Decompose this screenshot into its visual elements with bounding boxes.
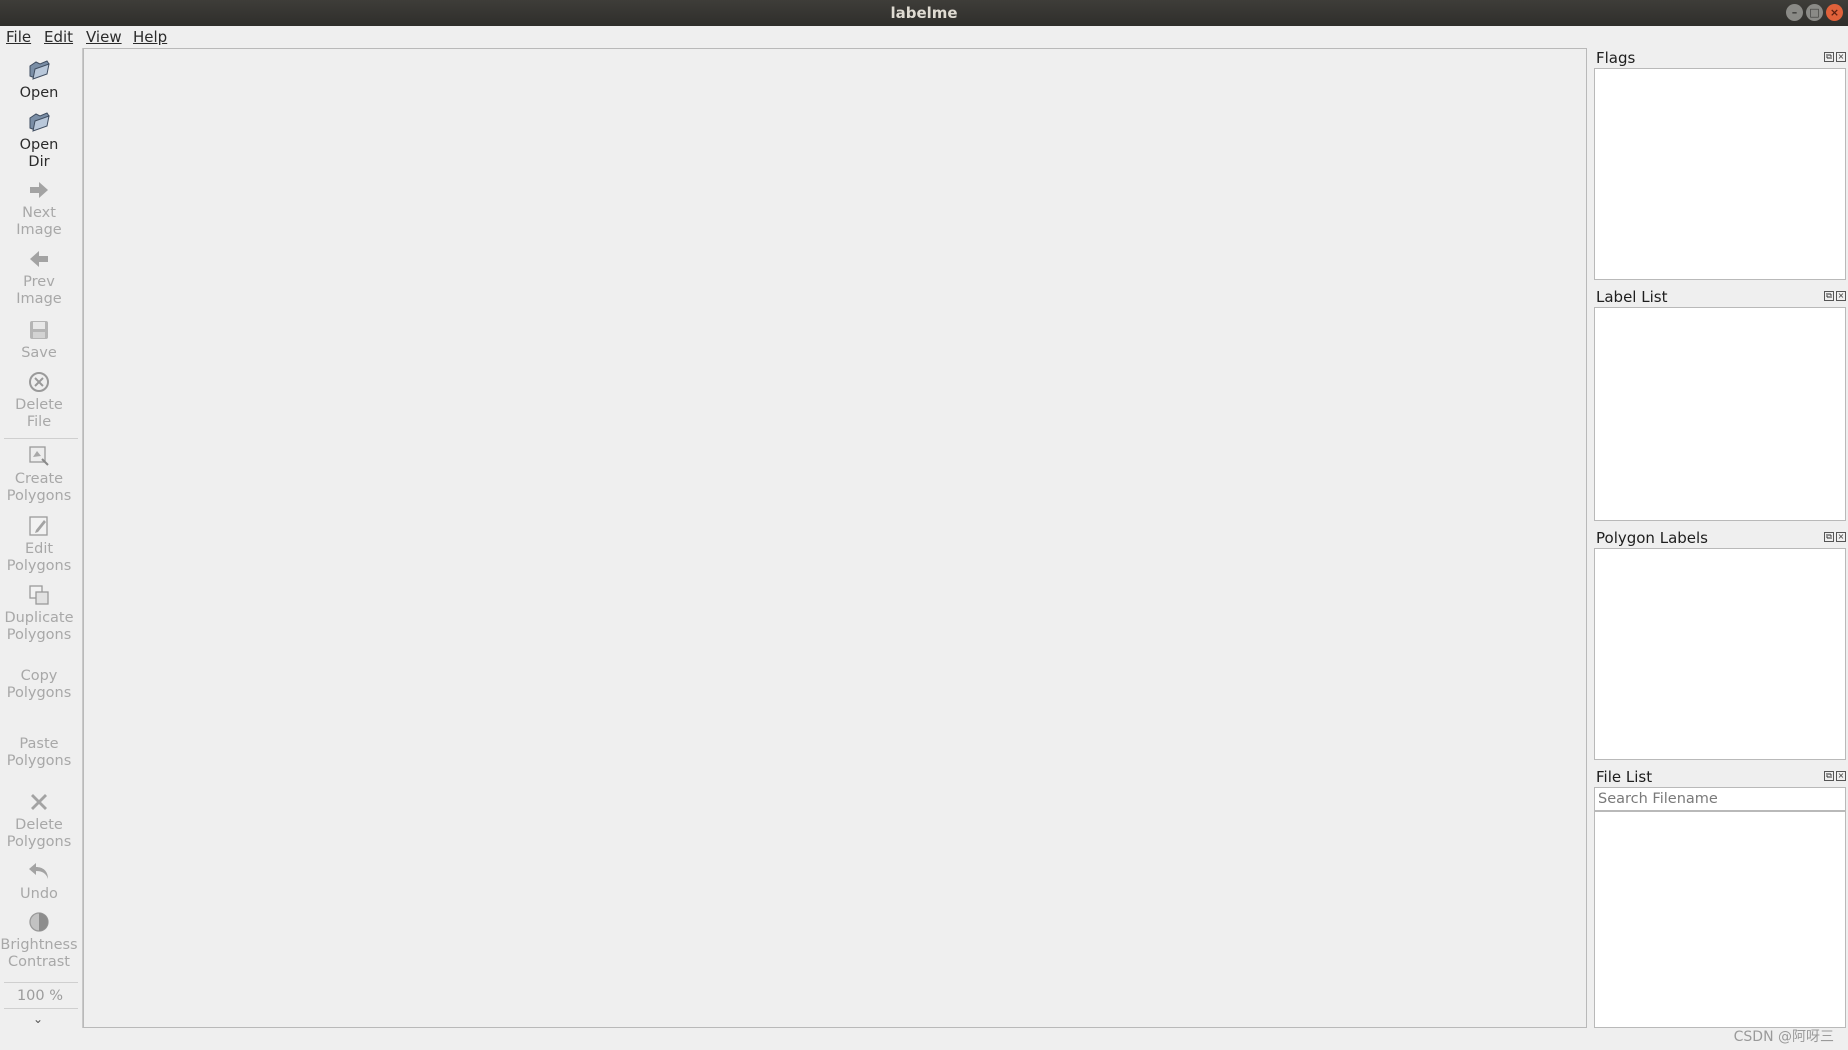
arrow-right-icon [30, 182, 48, 198]
toolbar-separator [4, 982, 78, 983]
folder-open-icon [29, 112, 50, 132]
float-dock-icon[interactable]: ⧉ [1824, 291, 1834, 301]
delete-file-label-line2: File [26, 414, 52, 430]
flags-title: Flags [1596, 49, 1636, 67]
copy-polygons-label-line1: Copy [20, 668, 58, 684]
duplicate-polygons-label-line1: Duplicate [4, 610, 74, 626]
dock-buttons: ⧉ × [1824, 291, 1846, 303]
file-list-dock: File List ⧉ × [1592, 767, 1848, 1028]
close-dock-icon[interactable]: × [1836, 532, 1846, 542]
float-dock-icon[interactable]: ⧉ [1824, 52, 1834, 62]
save-label: Save [21, 345, 57, 361]
delete-circle-icon [29, 372, 49, 392]
image-canvas[interactable] [83, 48, 1587, 1028]
delete-x-icon [31, 794, 47, 810]
float-dock-icon[interactable]: ⧉ [1824, 532, 1834, 542]
open-dir-label-line1: Open [19, 137, 59, 153]
maximize-button[interactable]: □ [1806, 4, 1823, 21]
close-icon: × [1829, 6, 1840, 19]
open-label: Open [19, 85, 59, 101]
brightness-contrast-label-line2: Contrast [8, 954, 70, 970]
paste-polygons-label-line2: Polygons [6, 753, 72, 769]
window-title: labelme [890, 4, 958, 22]
next-image-label-line2: Image [16, 222, 62, 238]
save-button[interactable]: Save [0, 318, 78, 362]
undo-button[interactable]: Undo [0, 859, 78, 903]
flags-dock: Flags ⧉ × [1592, 48, 1848, 283]
folder-open-icon [29, 60, 50, 80]
maximize-icon: □ [1809, 6, 1820, 19]
file-list-title: File List [1596, 768, 1653, 786]
duplicate-polygons-label-line2: Polygons [6, 627, 72, 643]
float-dock-icon[interactable]: ⧉ [1824, 771, 1834, 781]
next-image-label-line1: Next [22, 205, 56, 221]
menu-edit[interactable]: Edit [44, 28, 73, 46]
menu-view[interactable]: View [86, 28, 122, 46]
delete-file-label-line1: Delete [15, 397, 63, 413]
open-dir-button[interactable]: Open Dir [0, 110, 78, 171]
menu-file[interactable]: File [6, 28, 31, 46]
duplicate-polygons-button[interactable]: Duplicate Polygons [0, 583, 78, 644]
toolbar-separator [4, 1008, 78, 1009]
file-list[interactable] [1594, 811, 1846, 1028]
delete-file-button[interactable]: Delete File [0, 370, 78, 431]
prev-image-label-line1: Prev [23, 274, 55, 290]
paste-polygons-label-line1: Paste [19, 736, 59, 752]
edit-pencil-icon [29, 516, 48, 536]
watermark-text: CSDN @阿呀三 [1733, 1029, 1834, 1045]
edit-polygons-label-line2: Polygons [6, 558, 72, 574]
undo-label: Undo [20, 886, 58, 902]
delete-polygons-label-line1: Delete [15, 817, 63, 833]
dock-buttons: ⧉ × [1824, 52, 1846, 64]
duplicate-icon [29, 585, 49, 605]
copy-polygons-button[interactable]: Copy Polygons [0, 668, 78, 702]
undo-arrow-icon [29, 863, 48, 879]
create-polygons-button[interactable]: Create Polygons [0, 444, 78, 505]
window-titlebar: labelme [0, 0, 1848, 26]
dock-buttons: ⧉ × [1824, 771, 1846, 783]
prev-image-label-line2: Image [16, 291, 62, 307]
polygon-labels-dock: Polygon Labels ⧉ × [1592, 528, 1848, 762]
status-bar [0, 1028, 1848, 1050]
copy-polygons-label-line2: Polygons [6, 685, 72, 701]
zoom-level[interactable]: 100 % [0, 988, 80, 1004]
tools-toolbar: Open Open Dir Next Image Prev Image Save [0, 48, 83, 1028]
search-filename-input[interactable] [1594, 787, 1846, 811]
paste-polygons-button[interactable]: Paste Polygons [0, 736, 78, 770]
menubar: File Edit View Help [0, 26, 1848, 48]
edit-polygons-label-line1: Edit [24, 541, 54, 557]
close-dock-icon[interactable]: × [1836, 52, 1846, 62]
label-list-title: Label List [1596, 288, 1668, 306]
minimize-button[interactable]: – [1786, 4, 1803, 21]
brightness-contrast-label-line1: Brightness [0, 937, 78, 953]
polygon-labels-title: Polygon Labels [1596, 529, 1708, 547]
close-dock-icon[interactable]: × [1836, 291, 1846, 301]
open-button[interactable]: Open [0, 58, 78, 102]
label-list[interactable] [1594, 307, 1846, 521]
minimize-icon: – [1791, 6, 1798, 19]
brightness-contrast-button[interactable]: Brightness Contrast [0, 910, 78, 971]
next-image-button[interactable]: Next Image [0, 178, 78, 239]
close-button[interactable]: × [1826, 4, 1843, 21]
delete-polygons-label-line2: Polygons [6, 834, 72, 850]
label-list-dock: Label List ⧉ × [1592, 287, 1848, 523]
open-dir-label-line2: Dir [28, 154, 50, 170]
save-disk-icon [30, 321, 48, 339]
edit-polygons-button[interactable]: Edit Polygons [0, 514, 78, 575]
dock-buttons: ⧉ × [1824, 532, 1846, 544]
arrow-left-icon [30, 251, 48, 267]
delete-polygons-button[interactable]: Delete Polygons [0, 790, 78, 851]
brightness-contrast-icon [29, 912, 49, 932]
toolbar-separator [4, 438, 78, 439]
prev-image-button[interactable]: Prev Image [0, 247, 78, 308]
toolbar-extension-chevron-icon[interactable]: ⌄ [33, 1012, 43, 1026]
close-dock-icon[interactable]: × [1836, 771, 1846, 781]
polygon-labels-list[interactable] [1594, 548, 1846, 760]
create-polygons-label-line1: Create [14, 471, 64, 487]
create-polygon-icon [29, 446, 49, 466]
flags-list[interactable] [1594, 68, 1846, 280]
menu-help[interactable]: Help [133, 28, 167, 46]
create-polygons-label-line2: Polygons [6, 488, 72, 504]
